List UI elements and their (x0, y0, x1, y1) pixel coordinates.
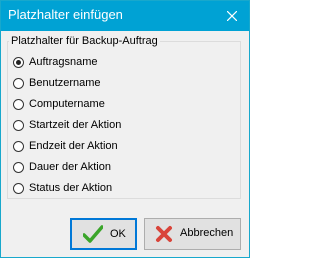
cancel-button[interactable]: Abbrechen (144, 218, 241, 250)
radio-label: Startzeit der Aktion (29, 119, 122, 131)
radio-label: Benutzername (29, 77, 101, 89)
checkmark-icon (83, 225, 103, 243)
radio-dauer[interactable]: Dauer der Aktion (13, 159, 111, 175)
radio-auftragsname[interactable]: Auftragsname (13, 54, 97, 70)
radio-label: Dauer der Aktion (29, 161, 111, 173)
ok-button[interactable]: OK (70, 218, 137, 250)
radio-label: Auftragsname (29, 56, 98, 68)
radio-startzeit[interactable]: Startzeit der Aktion (13, 117, 121, 133)
radio-label: Endzeit der Aktion (29, 140, 118, 152)
radio-computername[interactable]: Computername (13, 96, 105, 112)
radio-benutzername[interactable]: Benutzername (13, 75, 101, 91)
radio-status[interactable]: Status der Aktion (13, 180, 112, 196)
radio-endzeit[interactable]: Endzeit der Aktion (13, 138, 118, 154)
window-title: Platzhalter einfügen (8, 7, 123, 22)
dialog-window: Platzhalter einfügen Platzhalter für Bac… (0, 0, 250, 258)
radio-button-icon (13, 77, 24, 89)
close-icon (227, 11, 237, 21)
radio-label: Status der Aktion (29, 182, 113, 194)
radio-button-icon (13, 98, 24, 110)
cross-icon (156, 226, 172, 242)
radio-button-icon (13, 119, 24, 131)
radio-button-icon (13, 182, 24, 194)
radio-button-icon (13, 161, 24, 173)
groupbox-legend: Platzhalter für Backup-Auftrag (9, 35, 160, 48)
title-bar[interactable]: Platzhalter einfügen (1, 1, 249, 31)
radio-button-icon (13, 56, 24, 68)
radio-label: Computername (29, 98, 105, 110)
ok-button-label: OK (110, 228, 126, 240)
cancel-button-label: Abbrechen (180, 227, 234, 239)
close-button[interactable] (215, 1, 249, 31)
radio-button-icon (13, 140, 24, 152)
